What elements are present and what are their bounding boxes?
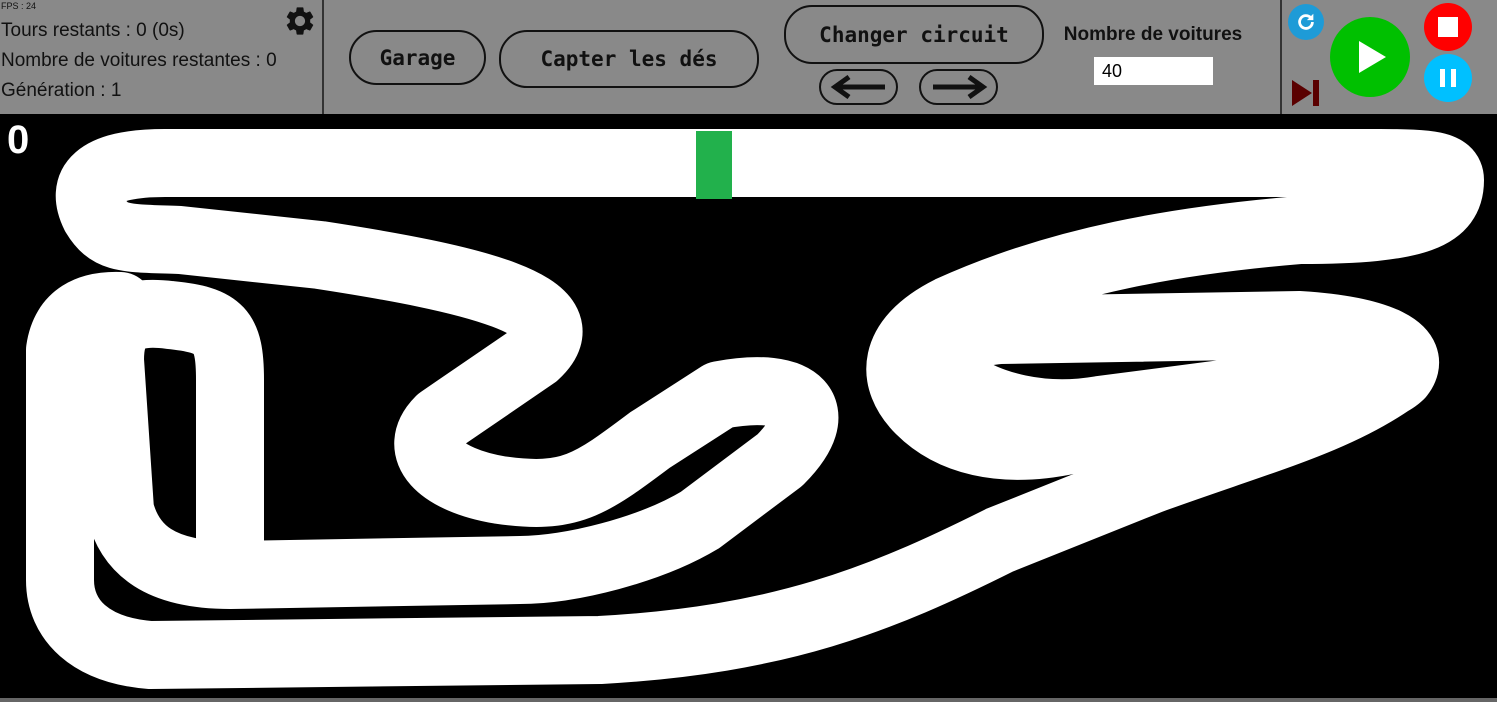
arrow-left-icon [830,75,885,99]
generation: Génération : 1 [1,80,122,101]
garage-button[interactable]: Garage [349,30,486,85]
previous-circuit-button[interactable] [819,69,898,105]
skip-button[interactable] [1290,78,1322,108]
stop-icon [1438,17,1458,37]
toolbar: FPS : 24 Tours restants : 0 (0s) Nombre … [0,0,1497,114]
car-count-label: Nombre de voitures [1063,24,1243,45]
info-panel: FPS : 24 Tours restants : 0 (0s) Nombre … [0,0,324,114]
lap-counter: 0 [7,118,30,162]
change-circuit-button[interactable]: Changer circuit [784,5,1044,64]
arrow-right-icon [932,75,987,99]
play-icon [1359,41,1386,73]
car-count-input[interactable] [1094,57,1213,85]
controls-panel [1280,0,1497,114]
stop-button[interactable] [1424,3,1472,51]
play-button[interactable] [1330,17,1410,97]
race-track-canvas[interactable] [0,114,1497,700]
reset-button[interactable] [1288,4,1324,40]
refresh-icon [1298,13,1314,30]
capture-dice-button[interactable]: Capter les dés [499,30,759,88]
fps-counter: FPS : 24 [1,1,37,11]
pause-button[interactable] [1424,54,1472,102]
finish-line [696,131,732,199]
pause-icon [1440,69,1456,87]
bottom-border [0,698,1497,702]
next-circuit-button[interactable] [919,69,998,105]
gear-icon[interactable] [283,4,317,38]
laps-remaining: Tours restants : 0 (0s) [1,20,185,41]
skip-forward-icon [1292,80,1319,106]
cars-remaining: Nombre de voitures restantes : 0 [1,50,277,71]
